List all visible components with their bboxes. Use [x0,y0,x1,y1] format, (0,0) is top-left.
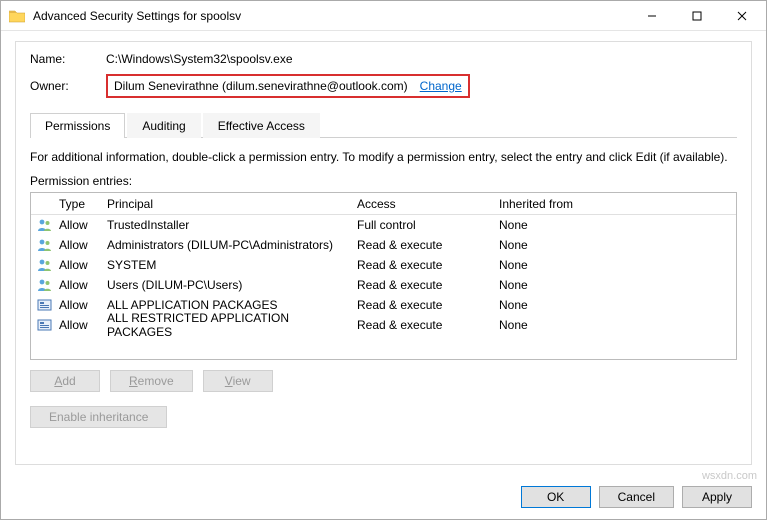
cell-type: Allow [59,258,107,272]
tab-strip: Permissions Auditing Effective Access [30,112,737,138]
name-value: C:\Windows\System32\spoolsv.exe [106,52,293,66]
cell-access: Read & execute [357,238,499,252]
remove-button: Remove [110,370,193,392]
cell-type: Allow [59,298,107,312]
entries-label: Permission entries: [30,174,737,188]
table-row[interactable]: AllowAdministrators (DILUM-PC\Administra… [31,235,736,255]
minimize-button[interactable] [629,1,674,30]
package-icon [37,298,59,312]
main-panel: Name: C:\Windows\System32\spoolsv.exe Ow… [15,41,752,465]
tab-permissions[interactable]: Permissions [30,113,125,138]
content-area: Name: C:\Windows\System32\spoolsv.exe Ow… [1,31,766,475]
cell-inherited: None [499,298,730,312]
column-access[interactable]: Access [357,197,499,211]
people-icon [37,258,59,272]
cell-access: Read & execute [357,278,499,292]
cell-principal: Administrators (DILUM-PC\Administrators) [107,238,357,252]
permission-list[interactable]: Type Principal Access Inherited from All… [30,192,737,360]
window-title: Advanced Security Settings for spoolsv [33,9,629,23]
add-button: Add [30,370,100,392]
close-button[interactable] [719,1,764,30]
apply-button[interactable]: Apply [682,486,752,508]
cell-inherited: None [499,258,730,272]
cell-principal: SYSTEM [107,258,357,272]
people-icon [37,238,59,252]
cell-type: Allow [59,218,107,232]
name-label: Name: [30,52,106,66]
tab-effective-access[interactable]: Effective Access [203,113,320,138]
table-row[interactable]: AllowTrustedInstallerFull controlNone [31,215,736,235]
cell-type: Allow [59,238,107,252]
cell-inherited: None [499,318,730,332]
cell-inherited: None [499,218,730,232]
cell-principal: ALL RESTRICTED APPLICATION PACKAGES [107,311,357,339]
owner-label: Owner: [30,79,106,93]
cell-principal: TrustedInstaller [107,218,357,232]
tab-auditing[interactable]: Auditing [127,113,200,138]
cell-inherited: None [499,238,730,252]
maximize-button[interactable] [674,1,719,30]
cell-principal: Users (DILUM-PC\Users) [107,278,357,292]
column-inherited[interactable]: Inherited from [499,197,730,211]
package-icon [37,318,59,332]
people-icon [37,218,59,232]
cell-type: Allow [59,318,107,332]
column-principal[interactable]: Principal [107,197,357,211]
table-row[interactable]: AllowUsers (DILUM-PC\Users)Read & execut… [31,275,736,295]
cell-access: Read & execute [357,318,499,332]
ok-button[interactable]: OK [521,486,591,508]
window: Advanced Security Settings for spoolsv N… [0,0,767,520]
cell-principal: ALL APPLICATION PACKAGES [107,298,357,312]
view-button: View [203,370,273,392]
owner-highlight: Dilum Senevirathne (dilum.senevirathne@o… [106,74,470,98]
cell-type: Allow [59,278,107,292]
cell-access: Read & execute [357,258,499,272]
cell-access: Read & execute [357,298,499,312]
cell-access: Full control [357,218,499,232]
titlebar: Advanced Security Settings for spoolsv [1,1,766,31]
info-text: For additional information, double-click… [30,150,737,164]
people-icon [37,278,59,292]
cancel-button[interactable]: Cancel [599,486,674,508]
list-header: Type Principal Access Inherited from [31,193,736,215]
enable-inheritance-button: Enable inheritance [30,406,167,428]
folder-icon [9,9,25,23]
dialog-footer: OK Cancel Apply [1,475,766,519]
owner-value: Dilum Senevirathne (dilum.senevirathne@o… [114,79,408,93]
column-type[interactable]: Type [59,197,107,211]
table-row[interactable]: AllowSYSTEMRead & executeNone [31,255,736,275]
change-owner-link[interactable]: Change [420,79,462,93]
cell-inherited: None [499,278,730,292]
table-row[interactable]: AllowALL RESTRICTED APPLICATION PACKAGES… [31,315,736,335]
